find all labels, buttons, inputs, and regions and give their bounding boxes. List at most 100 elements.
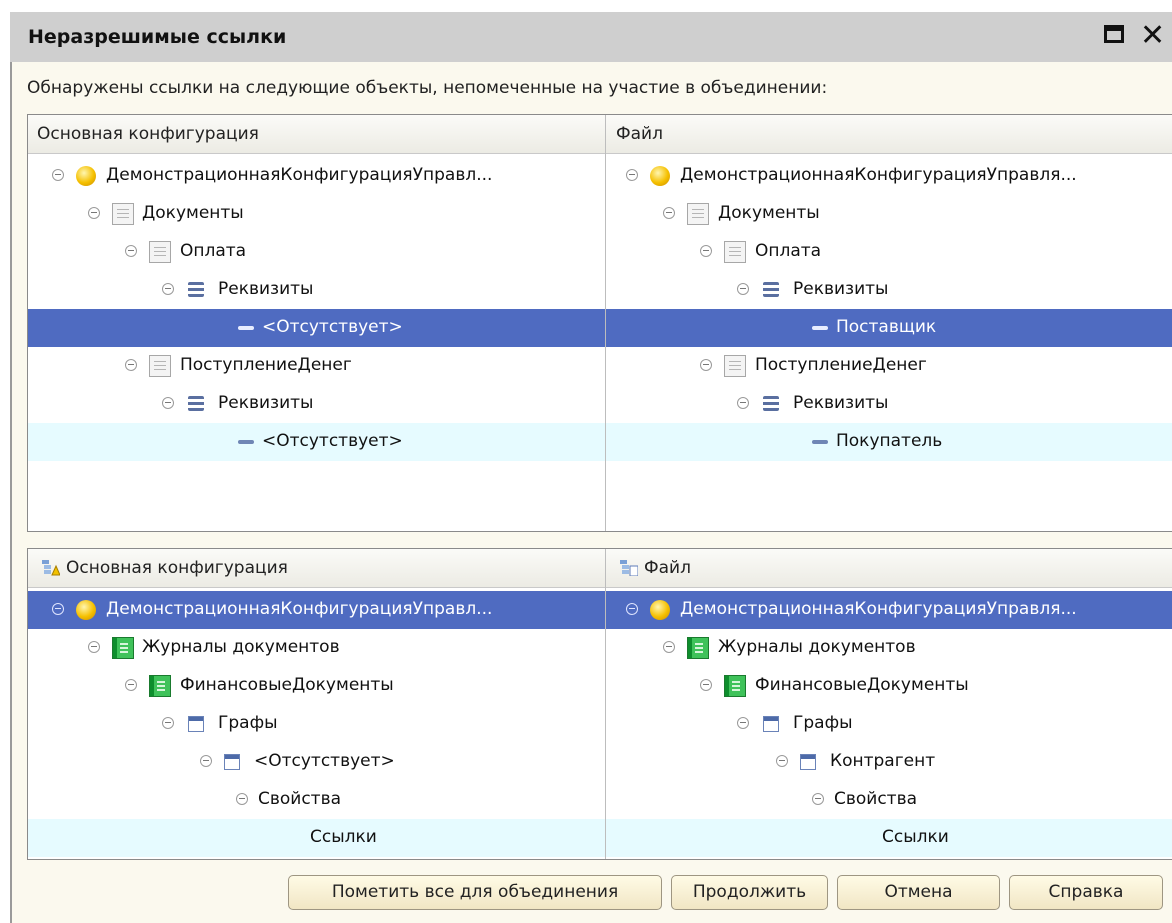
column-header-file[interactable]: Файл (606, 549, 1172, 588)
reference-path-panel: Основная конфигурация ДемонстрационнаяКо… (27, 548, 1172, 860)
attributes-icon (763, 396, 779, 411)
tree-row[interactable]: Реквизиты (606, 271, 1172, 309)
tree-row[interactable]: Контрагент (606, 743, 1172, 781)
tree-row-label: Поставщик (836, 317, 937, 337)
close-icon[interactable]: ✕ (1140, 21, 1168, 51)
tree-row-label: ДемонстрационнаяКонфигурацияУправл... (106, 599, 493, 619)
collapse-toggle-icon[interactable] (162, 717, 174, 729)
main-config-column: Основная конфигурация ДемонстрационнаяКо… (28, 549, 605, 859)
sphere-icon (650, 600, 670, 620)
collapse-toggle-icon[interactable] (812, 793, 824, 805)
tree-row[interactable]: Документы (28, 195, 605, 233)
attributes-icon (763, 282, 779, 297)
tree-row[interactable]: Покупатель (606, 423, 1172, 461)
attribute-icon (812, 440, 828, 444)
tree-row-label: ПоступлениеДенег (180, 355, 352, 375)
collapse-toggle-icon[interactable] (236, 793, 248, 805)
cancel-button[interactable]: Отмена (837, 875, 1000, 910)
help-button[interactable]: Справка (1009, 875, 1163, 910)
tree-row-label: Свойства (258, 789, 342, 809)
attribute-icon (238, 440, 254, 444)
column-header-file[interactable]: Файл (606, 115, 1172, 154)
column-header-main-config[interactable]: Основная конфигурация (28, 549, 605, 588)
collapse-toggle-icon[interactable] (737, 717, 749, 729)
collapse-toggle-icon[interactable] (88, 641, 100, 653)
file-icon (620, 560, 639, 577)
document-icon (687, 203, 709, 225)
sphere-icon (76, 600, 96, 620)
tree-row[interactable]: ПоступлениеДенег (606, 347, 1172, 385)
document-icon (149, 355, 171, 377)
title-bar[interactable]: Неразрешимые ссылки ✕ (10, 12, 1172, 62)
collapse-toggle-icon[interactable] (162, 283, 174, 295)
column-header-label: Основная конфигурация (37, 124, 259, 144)
tree-row[interactable]: Графы (606, 705, 1172, 743)
tree-row[interactable]: Свойства (28, 781, 605, 819)
document-icon (112, 203, 134, 225)
journal-icon (687, 637, 709, 659)
collapse-toggle-icon[interactable] (776, 755, 788, 767)
tree-row[interactable]: Реквизиты (28, 385, 605, 423)
sphere-icon (76, 166, 96, 186)
tree-row[interactable]: Оплата (28, 233, 605, 271)
journal-icon (149, 675, 171, 697)
collapse-toggle-icon[interactable] (737, 283, 749, 295)
tree-row-label: ПоступлениеДенег (755, 355, 927, 375)
tree-row-label: Документы (718, 203, 820, 223)
collapse-toggle-icon[interactable] (52, 169, 64, 181)
collapse-toggle-icon[interactable] (700, 679, 712, 691)
tree-row[interactable]: ФинансовыеДокументы (606, 667, 1172, 705)
tree-row[interactable]: Свойства (606, 781, 1172, 819)
tree-row[interactable]: Графы (28, 705, 605, 743)
collapse-toggle-icon[interactable] (663, 207, 675, 219)
tree-row[interactable]: ПоступлениеДенег (28, 347, 605, 385)
tree-row[interactable]: <Отсутствует> (28, 743, 605, 781)
collapse-toggle-icon[interactable] (663, 641, 675, 653)
tree-row-selected[interactable]: ДемонстрационнаяКонфигурацияУправля... (606, 591, 1172, 629)
collapse-toggle-icon[interactable] (125, 679, 137, 691)
attribute-icon (238, 326, 254, 330)
tree-row[interactable]: ФинансовыеДокументы (28, 667, 605, 705)
tree-row[interactable]: Журналы документов (28, 629, 605, 667)
tree-row-label: Контрагент (830, 751, 936, 771)
tree-row[interactable]: Реквизиты (606, 385, 1172, 423)
collapse-toggle-icon[interactable] (626, 169, 638, 181)
tree-row[interactable]: Ссылки (606, 819, 1172, 857)
tree-row[interactable]: Документы (606, 195, 1172, 233)
column-header-label: Файл (616, 124, 663, 144)
tree-row[interactable]: ДемонстрационнаяКонфигурацияУправл... (28, 157, 605, 195)
tree-row[interactable]: Ссылки (28, 819, 605, 857)
maximize-icon[interactable] (1102, 22, 1130, 50)
tree-row[interactable]: Оплата (606, 233, 1172, 271)
window-left-border (10, 62, 12, 923)
continue-button[interactable]: Продолжить (671, 875, 828, 910)
journal-icon (112, 637, 134, 659)
tree-row[interactable]: Журналы документов (606, 629, 1172, 667)
collapse-toggle-icon[interactable] (52, 603, 64, 615)
tree-row[interactable]: <Отсутствует> (28, 423, 605, 461)
collapse-toggle-icon[interactable] (125, 245, 137, 257)
collapse-toggle-icon[interactable] (125, 359, 137, 371)
mark-all-for-merge-button[interactable]: Пометить все для объединения (288, 875, 662, 910)
collapse-toggle-icon[interactable] (200, 755, 212, 767)
tree-row-label: <Отсутствует> (262, 431, 403, 451)
tree-row[interactable]: Реквизиты (28, 271, 605, 309)
tree-row-label: Журналы документов (142, 637, 340, 657)
tree-row-selected[interactable]: Поставщик (606, 309, 1172, 347)
tree-row[interactable]: ДемонстрационнаяКонфигурацияУправля... (606, 157, 1172, 195)
collapse-toggle-icon[interactable] (88, 207, 100, 219)
tree-row-selected[interactable]: ДемонстрационнаяКонфигурацияУправл... (28, 591, 605, 629)
tree-row-label: ДемонстрационнаяКонфигурацияУправля... (680, 599, 1077, 619)
collapse-toggle-icon[interactable] (626, 603, 638, 615)
collapse-toggle-icon[interactable] (162, 397, 174, 409)
collapse-toggle-icon[interactable] (700, 245, 712, 257)
tree-row-label: ФинансовыеДокументы (180, 675, 394, 695)
document-icon (724, 241, 746, 263)
document-icon (724, 355, 746, 377)
column-header-main-config[interactable]: Основная конфигурация (28, 115, 605, 154)
tree-row-selected[interactable]: <Отсутствует> (28, 309, 605, 347)
tree-row-label: Свойства (834, 789, 918, 809)
collapse-toggle-icon[interactable] (700, 359, 712, 371)
collapse-toggle-icon[interactable] (737, 397, 749, 409)
tree-row-label: Реквизиты (793, 393, 889, 413)
